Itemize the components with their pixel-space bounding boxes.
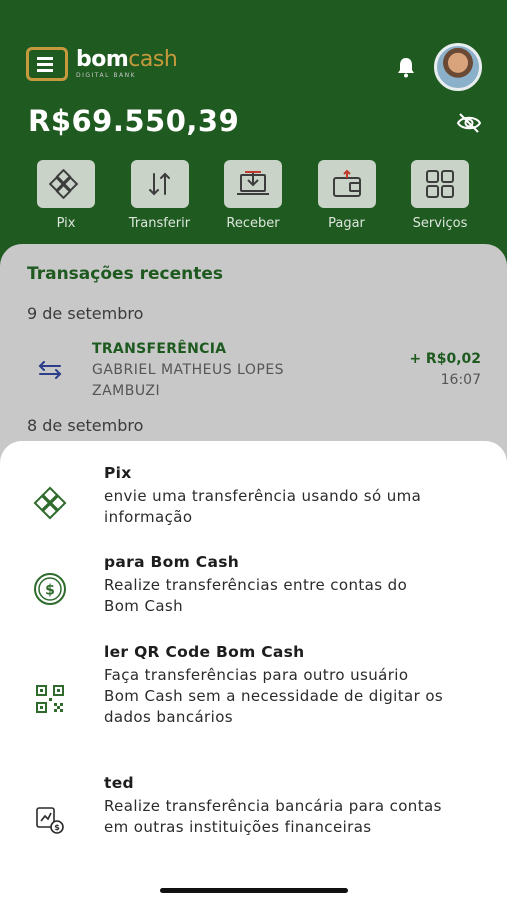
option-description: Faça transferências para outro usuário B… — [104, 666, 444, 726]
quick-actions: Pix Transferir Receber Pagar Serviços — [28, 160, 478, 231]
grid-icon — [426, 170, 454, 198]
transfer-swap-icon — [38, 361, 62, 379]
action-servicos[interactable]: Serviços — [402, 160, 478, 231]
action-label-transferir: Transferir — [128, 216, 191, 231]
transaction-time: 16:07 — [440, 372, 481, 388]
bank-transfer-icon: $ — [36, 807, 64, 834]
qr-code-icon — [36, 685, 64, 713]
option-title: ted — [104, 774, 134, 792]
transferir-button[interactable] — [130, 160, 189, 208]
receber-button[interactable] — [224, 160, 282, 208]
pagar-button[interactable] — [317, 160, 376, 208]
transfer-options-sheet: Pix envie uma transferência usando só um… — [0, 441, 507, 900]
action-transferir[interactable]: Transferir — [122, 160, 198, 231]
recent-title: Transações recentes — [27, 264, 223, 284]
logo-wordmark: bomcash DIGITAL BANK — [76, 47, 178, 79]
home-indicator[interactable] — [160, 888, 348, 893]
recent-transactions: Transações recentes 9 de setembro TRANSF… — [0, 244, 507, 464]
pix-icon — [33, 486, 67, 520]
action-label-servicos: Serviços — [412, 216, 468, 231]
brand-accent: cash — [128, 47, 178, 72]
action-receber[interactable]: Receber — [215, 160, 291, 231]
transaction-name[interactable]: GABRIEL MATHEUS LOPES ZAMBUZI — [92, 360, 332, 402]
pix-button[interactable] — [37, 160, 95, 208]
option-title: para Bom Cash — [104, 553, 240, 571]
wallet-icon — [332, 169, 361, 197]
action-pagar[interactable]: Pagar — [309, 160, 385, 231]
svg-text:$: $ — [54, 823, 60, 832]
transaction-type[interactable]: TRANSFERÊNCIA — [92, 341, 226, 357]
option-title: ler QR Code Bom Cash — [104, 643, 305, 661]
transfer-arrows-icon — [148, 172, 170, 196]
account-balance: R$69.550,39 — [28, 104, 240, 138]
option-description: Realize transferências entre contas do B… — [104, 576, 408, 615]
servicos-button[interactable] — [411, 160, 469, 208]
receive-laptop-icon — [237, 171, 269, 195]
date-header: 8 de setembro — [27, 416, 144, 435]
svg-text:$: $ — [45, 583, 55, 599]
bell-icon[interactable] — [396, 56, 416, 78]
brand-main: bom — [76, 47, 129, 72]
date-header: 9 de setembro — [27, 304, 144, 323]
action-label-pagar: Pagar — [328, 216, 365, 231]
logo-wordmark-main: bomcash — [76, 47, 178, 72]
action-label-pix: Pix — [56, 216, 76, 231]
action-label-receber: Receber — [226, 216, 280, 231]
eye-off-icon[interactable] — [456, 112, 482, 134]
action-pix[interactable]: Pix — [28, 160, 104, 231]
brand-sub: DIGITAL BANK — [76, 72, 137, 79]
app-header: bomcash DIGITAL BANK R$69.550,39 Pix Tra… — [0, 0, 507, 270]
logo-mark-icon — [26, 47, 68, 81]
transaction-amount: + R$0,02 — [409, 351, 481, 367]
option-description: Realize transferência bancária para cont… — [104, 797, 442, 836]
option-title: Pix — [104, 464, 132, 482]
bomcash-logo: bomcash DIGITAL BANK — [26, 47, 178, 81]
avatar[interactable] — [434, 43, 482, 91]
dollar-coin-icon: $ — [34, 573, 66, 605]
option-description: envie uma transferência usando só uma in… — [104, 487, 422, 526]
pix-icon — [49, 169, 79, 199]
